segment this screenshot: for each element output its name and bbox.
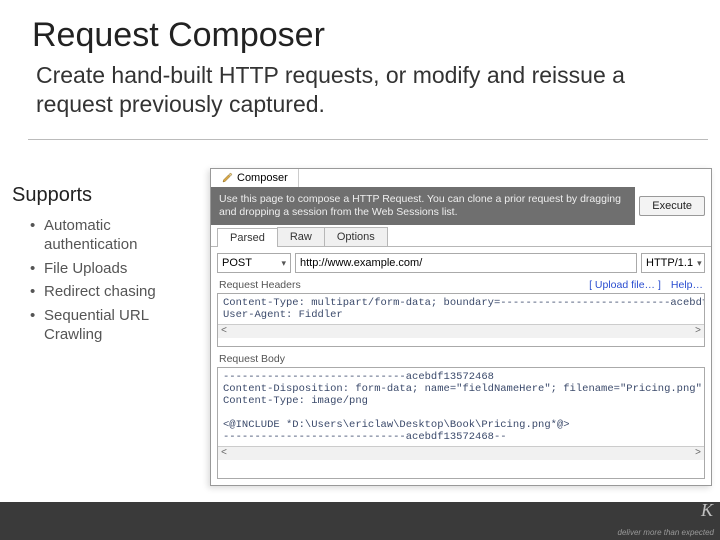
scroll-left-icon[interactable]: < xyxy=(221,448,227,459)
tab-options[interactable]: Options xyxy=(324,227,388,246)
tab-composer[interactable]: Composer xyxy=(211,169,299,187)
headers-label-row: Request Headers [ Upload file… ] Help… xyxy=(211,279,711,293)
request-body-label: Request Body xyxy=(211,353,711,367)
tab-composer-label: Composer xyxy=(237,172,288,184)
subtab-strip: Parsed Raw Options xyxy=(211,225,711,247)
help-link[interactable]: Help… xyxy=(671,279,703,291)
chevron-down-icon: ▾ xyxy=(281,258,286,269)
chevron-down-icon: ▾ xyxy=(697,258,702,269)
composer-panel: Composer Use this page to compose a HTTP… xyxy=(210,168,712,486)
http-protocol-select[interactable]: HTTP/1.1 ▾ xyxy=(641,253,705,273)
scroll-right-icon[interactable]: > xyxy=(695,326,701,337)
pencil-icon xyxy=(221,172,233,184)
url-value: http://www.example.com/ xyxy=(300,257,422,269)
list-item: File Uploads xyxy=(30,260,202,279)
scroll-right-icon[interactable]: > xyxy=(695,448,701,459)
brand-mark-icon: K xyxy=(701,500,713,521)
request-body-box[interactable]: -----------------------------acebdf13572… xyxy=(217,367,705,479)
slide-subtitle: Create hand-built HTTP requests, or modi… xyxy=(0,61,720,127)
request-headers-label: Request Headers xyxy=(219,279,301,291)
footer-tagline: deliver more than expected xyxy=(618,528,715,537)
http-protocol-value: HTTP/1.1 xyxy=(646,257,693,269)
footer-brand: K deliver more than expected xyxy=(618,528,715,537)
supports-column: Supports Automatic authentication File U… xyxy=(12,184,202,350)
http-method-select[interactable]: POST ▾ xyxy=(217,253,291,273)
upload-file-link[interactable]: [ Upload file… ] xyxy=(589,279,661,291)
url-input[interactable]: http://www.example.com/ xyxy=(295,253,637,273)
request-headers-box[interactable]: Content-Type: multipart/form-data; bound… xyxy=(217,293,705,347)
http-method-value: POST xyxy=(222,257,252,269)
tab-raw[interactable]: Raw xyxy=(277,227,325,246)
tab-parsed[interactable]: Parsed xyxy=(217,228,278,247)
scrollbar-horizontal[interactable]: < > xyxy=(218,446,704,460)
request-headers-text[interactable]: Content-Type: multipart/form-data; bound… xyxy=(218,294,704,324)
supports-list: Automatic authentication File Uploads Re… xyxy=(12,217,202,345)
list-item: Sequential URL Crawling xyxy=(30,307,202,345)
list-item: Automatic authentication xyxy=(30,217,202,255)
url-row: POST ▾ http://www.example.com/ HTTP/1.1 … xyxy=(211,247,711,279)
footer-bar: K deliver more than expected xyxy=(0,502,720,540)
hint-row: Use this page to compose a HTTP Request.… xyxy=(211,187,711,225)
list-item: Redirect chasing xyxy=(30,283,202,302)
supports-heading: Supports xyxy=(12,184,202,207)
request-body-text[interactable]: -----------------------------acebdf13572… xyxy=(218,368,704,446)
scrollbar-horizontal[interactable]: < > xyxy=(218,324,704,338)
scroll-left-icon[interactable]: < xyxy=(221,326,227,337)
divider xyxy=(28,139,708,140)
hint-text: Use this page to compose a HTTP Request.… xyxy=(211,187,635,225)
execute-button[interactable]: Execute xyxy=(639,196,705,216)
composer-tabstrip: Composer xyxy=(211,169,711,187)
slide-title: Request Composer xyxy=(0,0,720,61)
